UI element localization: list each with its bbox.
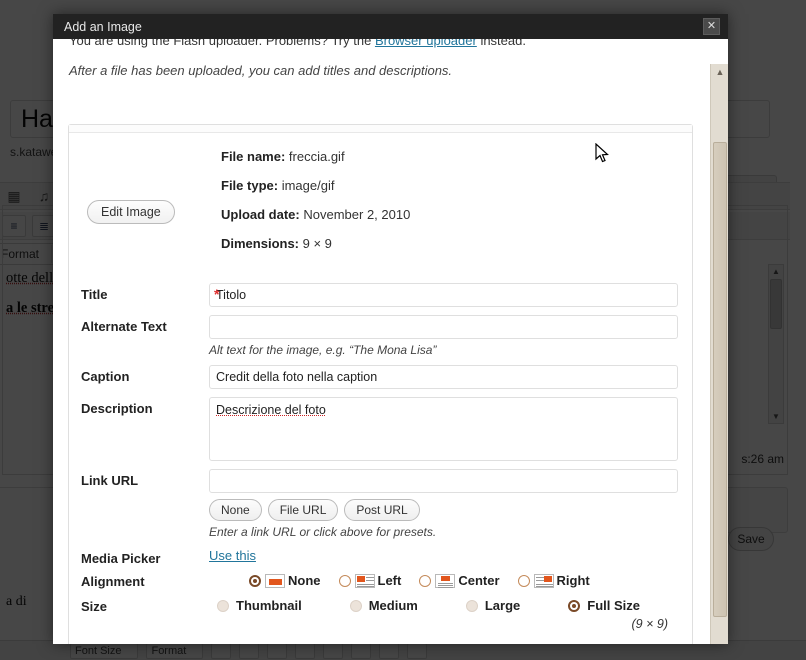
- alignment-radio-center[interactable]: [419, 574, 432, 587]
- meta-row-uploaddate: Upload date: November 2, 2010: [221, 207, 692, 222]
- alignment-option-left[interactable]: Left: [338, 573, 402, 588]
- browser-uploader-link[interactable]: Browser uploader: [375, 39, 477, 48]
- modal-scroll-area: You are using the Flash uploader. Proble…: [53, 39, 710, 644]
- row-alt: Alternate Text Alt text for the image, e…: [69, 315, 692, 357]
- label-title: Title: [81, 287, 108, 302]
- meta-row-dimensions: Dimensions: 9 × 9: [221, 236, 692, 251]
- size-option-medium[interactable]: Medium: [349, 598, 418, 613]
- alignment-label-right: Right: [556, 573, 590, 588]
- title-input[interactable]: [209, 283, 678, 307]
- size-option-large[interactable]: Large: [465, 598, 521, 613]
- label-alignment: Alignment: [81, 574, 145, 589]
- row-title: Title *: [69, 283, 692, 307]
- alignment-option-right[interactable]: Right: [517, 573, 590, 588]
- alternate-text-input[interactable]: [209, 315, 678, 339]
- meta-label-filename: File name:: [221, 149, 286, 164]
- required-marker: *: [214, 286, 220, 302]
- description-textarea[interactable]: Descrizione del foto: [209, 397, 678, 461]
- alignment-label-left: Left: [377, 573, 402, 588]
- meta-row-filetype: File type: image/gif: [221, 178, 692, 193]
- size-radio-full-size[interactable]: [568, 599, 581, 612]
- size-label-medium: Medium: [368, 598, 418, 613]
- size-option-thumbnail[interactable]: Thumbnail: [217, 598, 302, 613]
- alignment-option-none[interactable]: None: [249, 573, 321, 588]
- modal-title: Add an Image: [64, 19, 142, 34]
- row-description: Description Descrizione del foto: [69, 397, 692, 461]
- link-preset-none-button[interactable]: None: [209, 499, 262, 521]
- scroll-up-icon[interactable]: ▲: [711, 64, 728, 80]
- flash-note-pre: You are using the Flash uploader. Proble…: [69, 39, 375, 48]
- size-note: (9 × 9): [631, 617, 668, 631]
- file-meta-list: File name: freccia.gif File type: image/…: [221, 149, 692, 251]
- row-link-url: Link URL None File URL Post URL Enter a …: [69, 469, 692, 539]
- alignment-label-center: Center: [458, 573, 500, 588]
- upload-help-note: After a file has been uploaded, you can …: [69, 63, 453, 78]
- meta-value-filetype: image/gif: [281, 178, 335, 193]
- modal-scrollbar-thumb[interactable]: [713, 142, 727, 617]
- close-icon[interactable]: ✕: [703, 18, 720, 35]
- edit-image-button[interactable]: Edit Image: [87, 200, 175, 224]
- size-label-large: Large: [484, 598, 521, 613]
- row-alignment: Alignment None Left Center Right: [69, 570, 692, 589]
- add-image-modal: Add an Image ✕ You are using the Flash u…: [53, 14, 728, 644]
- size-label-thumbnail: Thumbnail: [236, 598, 302, 613]
- meta-label-uploaddate: Upload date:: [221, 207, 300, 222]
- alignment-radio-right[interactable]: [517, 574, 530, 587]
- alignment-radio-none[interactable]: [249, 574, 261, 587]
- link-preset-buttons: None File URL Post URL: [209, 499, 678, 521]
- size-radio-group: Thumbnail Medium Large Full Size: [209, 595, 678, 613]
- alignment-radio-left[interactable]: [338, 574, 351, 587]
- label-description: Description: [81, 401, 153, 416]
- alignment-radio-group: None Left Center Right: [209, 570, 678, 588]
- align-right-icon: [533, 573, 554, 588]
- meta-value-uploaddate: November 2, 2010: [303, 207, 411, 222]
- alignment-option-center[interactable]: Center: [419, 573, 500, 588]
- flash-uploader-note: You are using the Flash uploader. Proble…: [69, 39, 698, 49]
- label-size: Size: [81, 599, 108, 614]
- size-option-full-size[interactable]: Full Size: [568, 598, 640, 613]
- panel-header-strip: [69, 125, 692, 133]
- align-center-icon: [435, 573, 456, 588]
- meta-value-filename: freccia.gif: [288, 149, 345, 164]
- meta-row-filename: File name: freccia.gif: [221, 149, 692, 164]
- modal-body: You are using the Flash uploader. Proble…: [53, 39, 728, 644]
- row-caption: Caption: [69, 365, 692, 389]
- row-size: Size Thumbnail Medium Large Full Size (9…: [69, 595, 692, 633]
- modal-titlebar: Add an Image ✕: [53, 14, 728, 39]
- link-url-hint: Enter a link URL or click above for pres…: [209, 525, 437, 539]
- flash-note-post: instead.: [476, 39, 526, 48]
- label-alternate-text: Alternate Text: [81, 319, 167, 334]
- label-link-url: Link URL: [81, 473, 139, 488]
- size-radio-large[interactable]: [465, 599, 478, 612]
- align-none-icon: [265, 573, 285, 588]
- link-preset-post-url-button[interactable]: Post URL: [344, 499, 420, 521]
- size-label-full-size: Full Size: [587, 598, 640, 613]
- size-radio-medium[interactable]: [349, 599, 362, 612]
- modal-scrollbar[interactable]: ▲ ▼: [710, 64, 728, 644]
- image-details-panel: Edit Image File name: freccia.gif File t…: [68, 124, 693, 644]
- description-value: Descrizione del foto: [216, 403, 326, 417]
- label-media-picker: Media Picker: [81, 551, 161, 566]
- alt-hint: Alt text for the image, e.g. “The Mona L…: [209, 343, 437, 357]
- alignment-label-none: None: [288, 573, 321, 588]
- screen: Halloween, la notte s.kataweb. HTML ▦ ♫ …: [0, 0, 806, 660]
- label-caption: Caption: [81, 369, 130, 384]
- image-form: Title * Alternate Text Alt text for the …: [69, 277, 692, 644]
- meta-label-dimensions: Dimensions:: [221, 236, 300, 251]
- align-left-icon: [354, 573, 375, 588]
- row-media-picker: Media Picker Use this: [69, 547, 692, 566]
- meta-value-dimensions: 9 × 9: [302, 236, 332, 251]
- use-this-link[interactable]: Use this: [209, 548, 256, 563]
- meta-label-filetype: File type:: [221, 178, 279, 193]
- size-radio-thumbnail[interactable]: [217, 599, 229, 612]
- mouse-cursor: [595, 143, 609, 163]
- caption-input[interactable]: [209, 365, 678, 389]
- link-url-input[interactable]: [209, 469, 678, 493]
- link-preset-file-url-button[interactable]: File URL: [267, 499, 339, 521]
